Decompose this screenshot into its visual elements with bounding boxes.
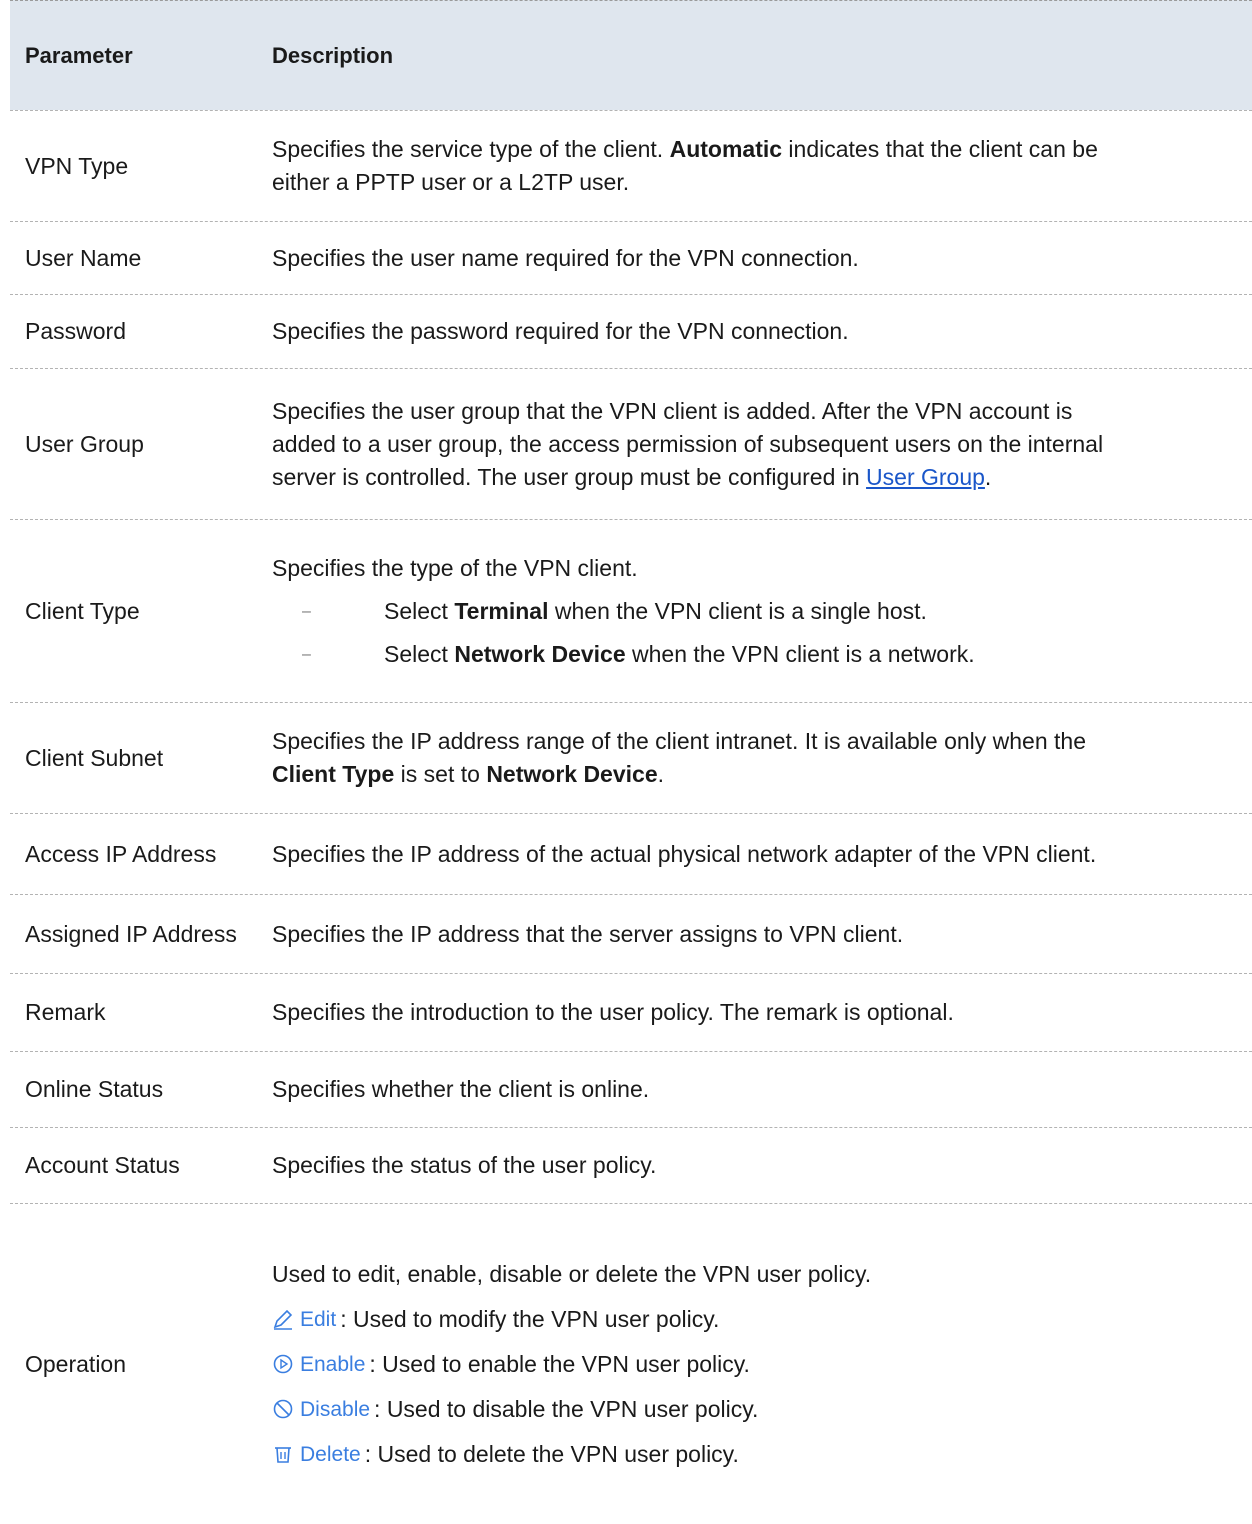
param-cell: Online Status [25, 1076, 164, 1102]
table-row: Operation Used to edit, enable, disable … [10, 1203, 1252, 1524]
table-row: Client Subnet Specifies the IP address r… [10, 702, 1252, 813]
param-cell: VPN Type [25, 152, 129, 179]
param-cell: Client Type [25, 597, 140, 624]
disable-button[interactable]: Disable [272, 1393, 370, 1426]
table-row: Password Specifies the password required… [10, 294, 1252, 368]
desc-cell: Specifies whether the client is online. [272, 1076, 650, 1102]
desc-cell: Specifies the IP address range of the cl… [272, 728, 1087, 787]
table-row: Client Type Specifies the type of the VP… [10, 519, 1252, 702]
table-row: VPN Type Specifies the service type of t… [10, 110, 1252, 221]
table-row: Remark Specifies the introduction to the… [10, 973, 1252, 1051]
desc-cell: Specifies the password required for the … [272, 318, 849, 344]
param-cell: User Group [25, 430, 144, 457]
table-row: User Name Specifies the user name requir… [10, 221, 1252, 294]
op-disable-line: Disable : Used to disable the VPN user p… [272, 1393, 1232, 1426]
dash-bullet-icon: – [302, 602, 311, 620]
delete-button[interactable]: Delete [272, 1438, 361, 1471]
desc-cell: Specifies the introduction to the user p… [272, 999, 954, 1025]
desc-cell: Specifies the IP address that the server… [272, 920, 904, 947]
param-cell: Password [25, 318, 126, 344]
desc-cell: Specifies the user name required for the… [272, 244, 859, 271]
param-cell: Remark [25, 999, 106, 1025]
param-cell: Access IP Address [25, 840, 217, 867]
param-cell: User Name [25, 244, 142, 271]
param-cell: Assigned IP Address [25, 920, 237, 947]
ban-icon [273, 1399, 293, 1419]
desc-cell: Specifies the IP address of the actual p… [272, 840, 1097, 867]
header-description: Description [272, 42, 394, 68]
enable-button[interactable]: Enable [272, 1348, 365, 1381]
desc-cell: Specifies the user group that the VPN cl… [272, 397, 1104, 490]
edit-button[interactable]: Edit [272, 1303, 336, 1336]
user-group-link[interactable]: User Group [866, 464, 985, 490]
pencil-icon [273, 1309, 293, 1330]
op-enable-line: Enable : Used to enable the VPN user pol… [272, 1348, 1232, 1381]
table-row: Account Status Specifies the status of t… [10, 1127, 1252, 1203]
desc-cell: Specifies the status of the user policy. [272, 1152, 657, 1178]
param-cell: Client Subnet [25, 744, 164, 771]
op-edit-line: Edit : Used to modify the VPN user polic… [272, 1303, 1232, 1336]
table-row: Access IP Address Specifies the IP addre… [10, 813, 1252, 894]
param-cell: Account Status [25, 1152, 180, 1178]
desc-cell: Used to edit, enable, disable or delete … [272, 1258, 1252, 1471]
desc-cell: Specifies the service type of the client… [272, 136, 1098, 195]
dash-bullet-icon: – [302, 645, 311, 663]
param-cell: Operation [25, 1350, 127, 1377]
bullet-item: – Select Network Device when the VPN cli… [302, 638, 1232, 671]
bullet-item: – Select Terminal when the VPN client is… [302, 595, 1232, 628]
table-row: Assigned IP Address Specifies the IP add… [10, 894, 1252, 973]
op-delete-line: Delete : Used to delete the VPN user pol… [272, 1438, 1232, 1471]
table-row: Online Status Specifies whether the clie… [10, 1051, 1252, 1127]
desc-cell: Specifies the type of the VPN client. – … [272, 552, 1252, 671]
table-row: User Group Specifies the user group that… [10, 368, 1252, 519]
header-parameter: Parameter [25, 42, 133, 68]
parameter-table: Parameter Description VPN Type Specifies… [10, 0, 1252, 1524]
trash-icon [275, 1447, 291, 1463]
table-header: Parameter Description [10, 0, 1252, 110]
play-circle-icon [273, 1354, 293, 1374]
